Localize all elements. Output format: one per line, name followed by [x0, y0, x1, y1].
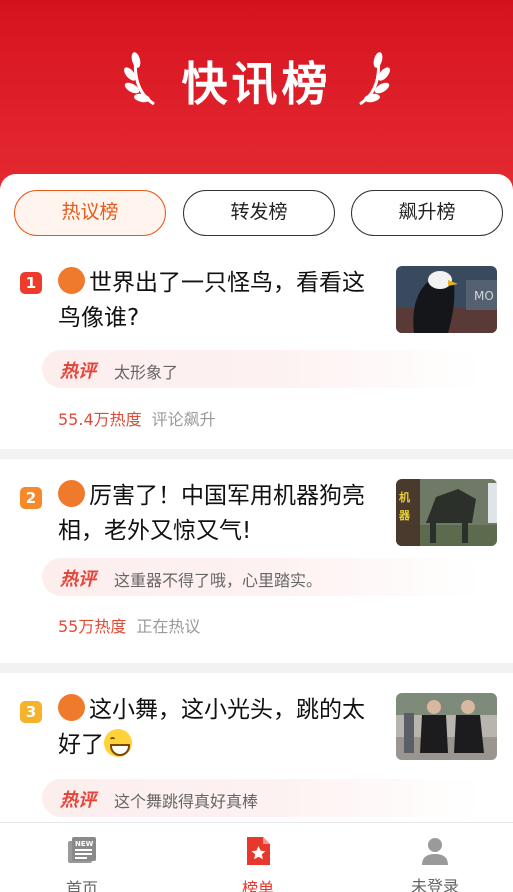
thumbnail-image[interactable]: 机 器 — [396, 479, 497, 546]
orange-dot-icon — [58, 694, 85, 721]
tab-rising[interactable]: 飙升榜 — [351, 190, 503, 236]
status-label: 正在热议 — [136, 617, 201, 636]
nav-ranking-label: 榜单 — [241, 879, 274, 892]
hot-comment-tag: 热评 — [60, 790, 96, 811]
hot-comment-text: 这个舞跳得真好真棒 — [114, 792, 259, 811]
rank-badge: 2 — [20, 487, 42, 509]
hot-comment-text: 太形象了 — [114, 363, 179, 382]
heat-count: 55万热度 — [58, 617, 127, 636]
nav-account[interactable]: 未登录 — [375, 823, 495, 892]
status-label: 评论飙升 — [151, 410, 216, 429]
divider — [0, 663, 513, 673]
thumbnail-image[interactable]: MO — [396, 266, 497, 333]
heat-count: 55.4万热度 — [58, 410, 142, 429]
divider — [0, 449, 513, 459]
thumbnail-image[interactable] — [396, 693, 497, 760]
item-meta: 55.4万热度 评论飙升 — [58, 406, 216, 430]
nav-home-label: 首页 — [65, 879, 98, 892]
header-banner: 快讯榜 — [0, 0, 513, 200]
orange-dot-icon — [58, 267, 85, 294]
newspaper-icon: NEW — [68, 837, 96, 863]
list-item[interactable]: 3 这小舞，这小光头，跳的太好了 热评 这个舞跳得真好真棒 — [0, 673, 513, 833]
hot-comment-tag: 热评 — [60, 569, 96, 590]
bottom-nav: NEW 首页 榜单 未登录 — [0, 822, 513, 892]
hot-comment[interactable]: 热评 太形象了 — [42, 350, 482, 388]
list-item[interactable]: 2 厉害了！中国军用机器狗亮相，老外又惊又气! 机 器 热评 这重器不得了哦，心… — [0, 459, 513, 669]
orange-dot-icon — [58, 480, 85, 507]
rank-badge: 1 — [20, 272, 42, 294]
headline[interactable]: 这小舞，这小光头，跳的太好了 — [58, 693, 378, 763]
nav-account-label: 未登录 — [410, 877, 459, 892]
item-meta: 55万热度 正在热议 — [58, 613, 200, 637]
star-document-icon — [247, 837, 270, 865]
svg-text:器: 器 — [398, 509, 411, 522]
ranking-panel: 热议榜 转发榜 飙升榜 1 世界出了一只怪鸟，看看这鸟像谁? MO 热评 太形象… — [0, 174, 513, 892]
laurel-right-icon — [359, 52, 390, 106]
headline[interactable]: 世界出了一只怪鸟，看看这鸟像谁? — [58, 266, 378, 336]
hot-comment-text: 这重器不得了哦，心里踏实。 — [114, 571, 323, 590]
hot-comment[interactable]: 热评 这重器不得了哦，心里踏实。 — [42, 558, 482, 596]
hot-comment-tag: 热评 — [60, 361, 96, 382]
ranking-tabs: 热议榜 转发榜 飙升榜 — [14, 190, 503, 238]
svg-text:MO: MO — [474, 289, 494, 303]
tab-reposts[interactable]: 转发榜 — [183, 190, 335, 236]
svg-text:机: 机 — [399, 490, 410, 504]
svg-text:NEW: NEW — [75, 840, 94, 848]
headline[interactable]: 厉害了！中国军用机器狗亮相，老外又惊又气! — [58, 479, 378, 549]
user-icon — [422, 838, 448, 865]
list-item[interactable]: 1 世界出了一只怪鸟，看看这鸟像谁? MO 热评 太形象了 55.4万热度 评论飙… — [0, 254, 513, 449]
nav-ranking[interactable]: 榜单 — [198, 823, 318, 892]
nav-home[interactable]: NEW 首页 — [22, 823, 142, 892]
grinning-emoji-icon — [104, 729, 132, 757]
page-title: 快讯榜 — [181, 57, 332, 111]
tab-hot-discussion[interactable]: 热议榜 — [14, 190, 166, 236]
rank-badge: 3 — [20, 701, 42, 723]
hot-comment[interactable]: 热评 这个舞跳得真好真棒 — [42, 779, 482, 817]
